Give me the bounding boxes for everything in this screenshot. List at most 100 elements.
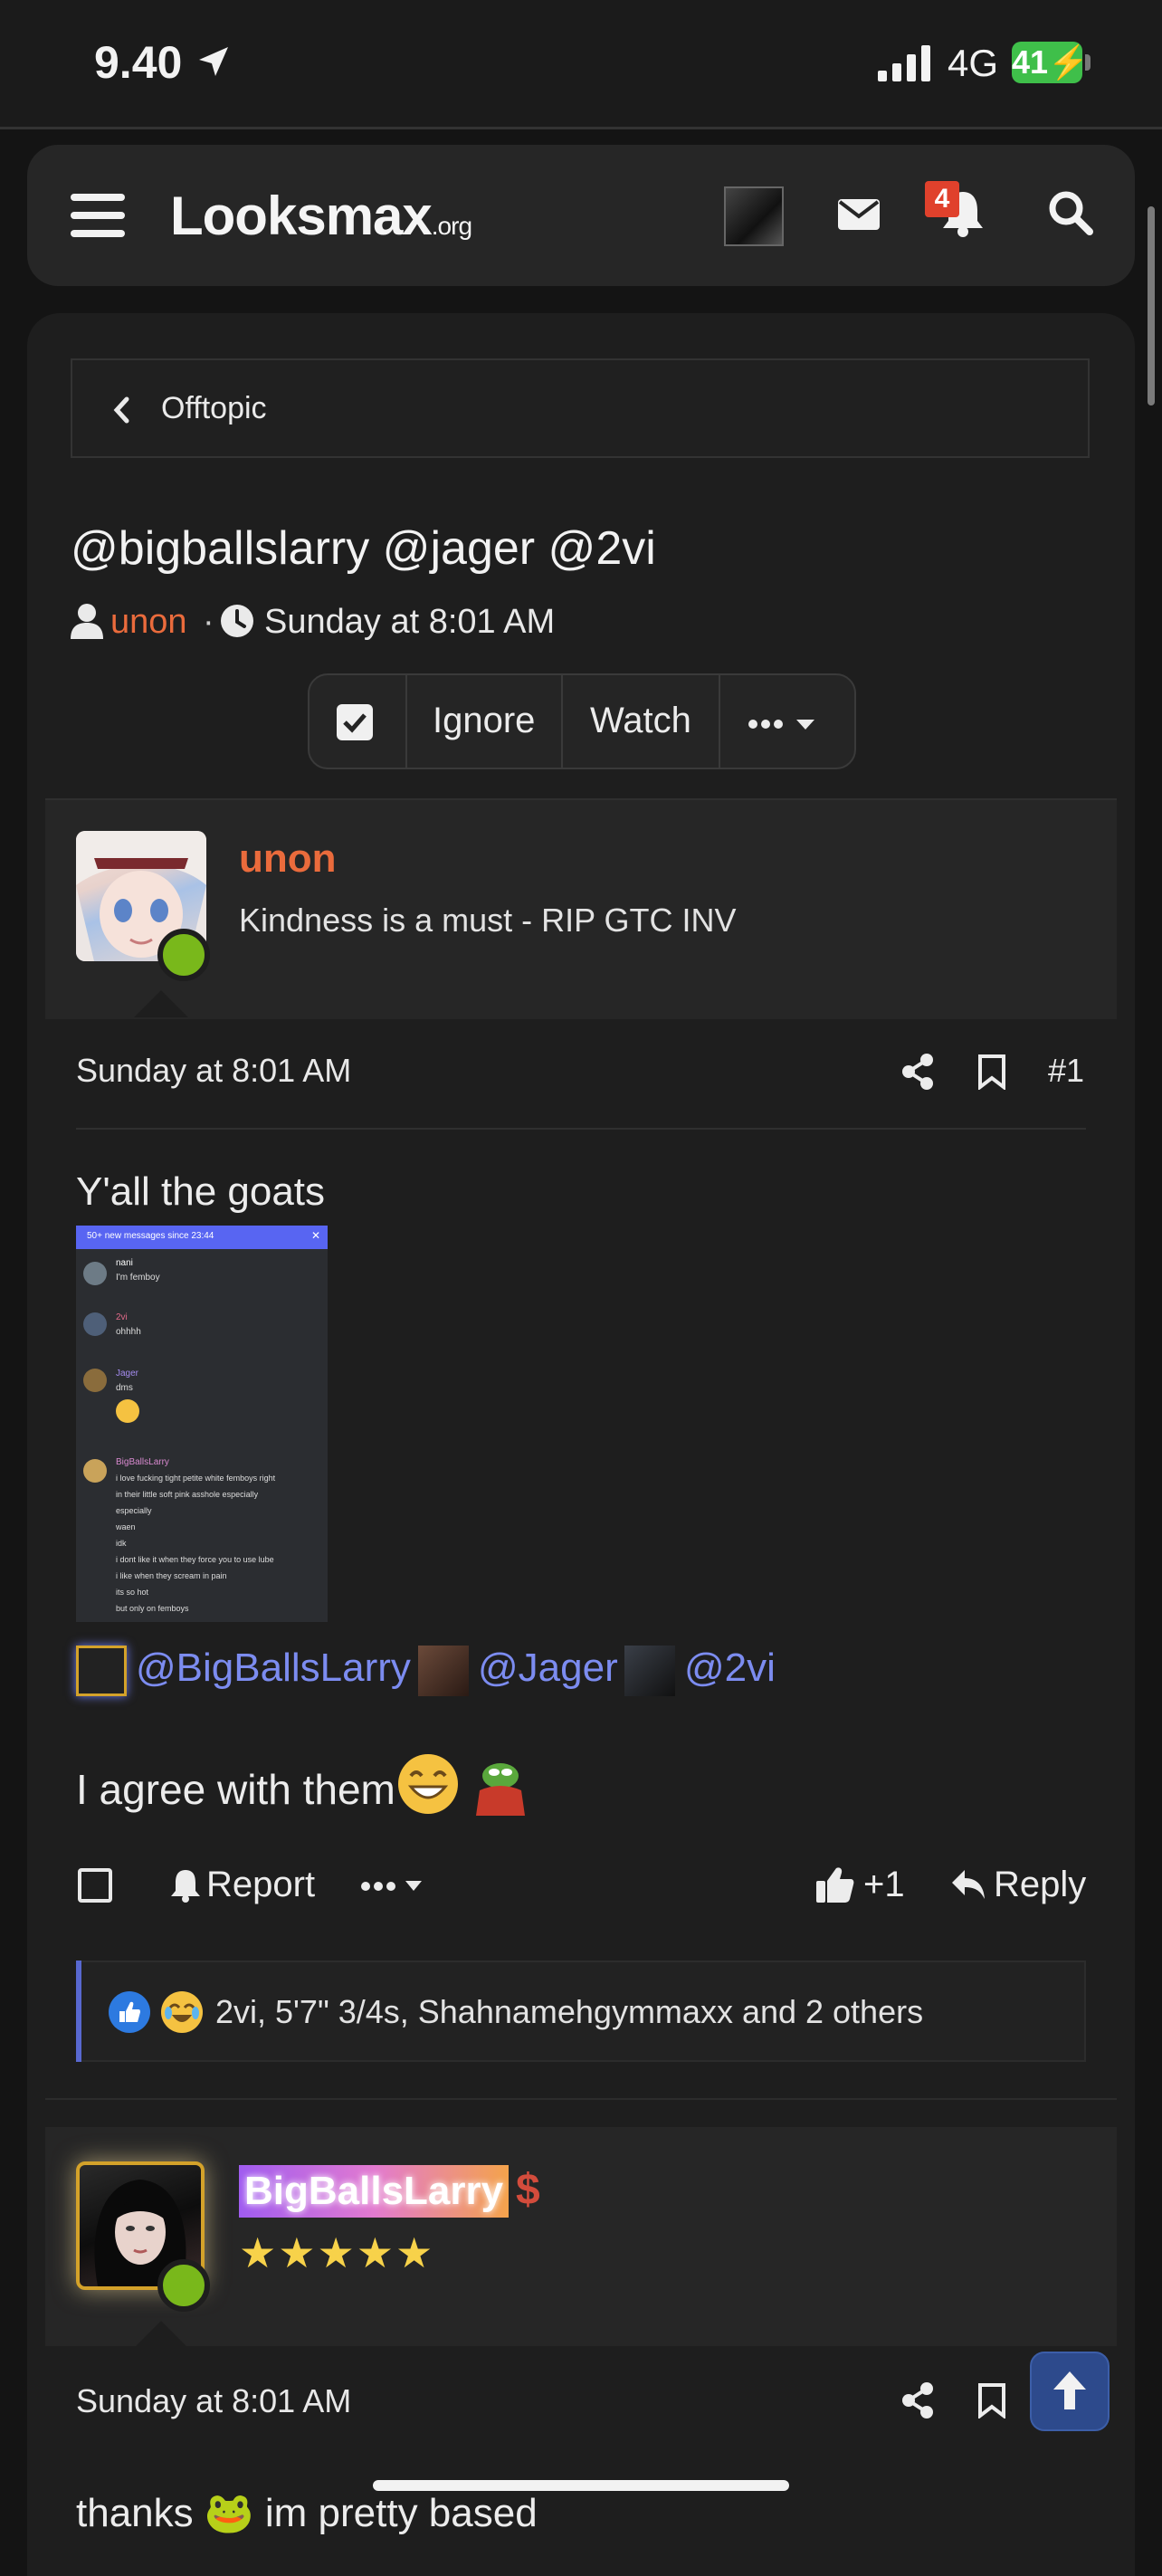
notification-badge: 4 [925, 181, 959, 217]
post-username[interactable]: unon [239, 836, 337, 882]
home-indicator[interactable] [373, 2480, 789, 2491]
thread-date[interactable]: Sunday at 8:01 AM [264, 603, 555, 642]
site-logo[interactable]: Looksmax.org [170, 185, 472, 247]
like-glyph [119, 2001, 140, 2022]
thread-author-link[interactable]: unon [110, 603, 187, 642]
select-thread-checkbox[interactable] [337, 704, 373, 740]
bell-icon [171, 1870, 200, 1903]
joy-glyph [165, 2003, 199, 2022]
chat-line: especially [116, 1506, 152, 1515]
chat-lines: i love fucking tight petite white femboy… [116, 1470, 324, 1617]
chat-avatar [83, 1312, 107, 1336]
account-avatar[interactable] [724, 186, 784, 246]
post-text-2: I agree with them [76, 1766, 395, 1813]
like-count[interactable]: +1 [863, 1865, 905, 1905]
post-image-attachment[interactable]: 50+ new messages since 23:44 ✕ nani I'm … [76, 1226, 328, 1622]
logo-main: Looksmax [170, 186, 433, 246]
share-icon[interactable] [901, 1054, 934, 1090]
menu-icon[interactable] [71, 192, 125, 239]
post-text: Y'all the goats [76, 1169, 326, 1214]
chat-name: 2vi [116, 1312, 128, 1322]
chat-name: BigBallsLarry [116, 1457, 169, 1467]
image-banner-text: 50+ new messages since 23:44 [87, 1231, 214, 1241]
post-user-strip [45, 2127, 1117, 2346]
divider [45, 2098, 1117, 2100]
signal-icon [878, 45, 930, 81]
mention-link[interactable]: @2vi [684, 1646, 776, 1691]
watch-button[interactable]: Watch [590, 701, 691, 741]
pepe-emoji-icon [476, 1763, 525, 1816]
bookmark-icon[interactable] [977, 2382, 1006, 2419]
chat-name: nani [116, 1258, 133, 1268]
post-number[interactable]: #1 [1048, 1052, 1084, 1090]
emoji-tongue [116, 1399, 139, 1423]
check-icon [343, 713, 367, 733]
chevron-left-icon [113, 396, 129, 424]
arrow-up-icon [1053, 2371, 1086, 2409]
chat-avatar [83, 1459, 107, 1483]
chat-line: but only on femboys [116, 1604, 189, 1613]
battery-level: 41 [1012, 43, 1049, 81]
network-type: 4G [948, 42, 999, 84]
scroll-to-top-button[interactable] [1030, 2352, 1110, 2431]
image-close-glyph: ✕ [311, 1229, 321, 1242]
grin-face [407, 1770, 449, 1799]
reactions-text[interactable]: 2vi, 5'7" 3/4s, Shahnamehgymmaxx and 2 o… [215, 1993, 923, 2031]
report-button[interactable]: Report [206, 1865, 315, 1905]
user-strip-pointer [134, 990, 188, 1017]
online-indicator [157, 929, 210, 981]
battery-icon: 41⚡ [1012, 42, 1089, 83]
post-username[interactable]: BigBallsLarry [239, 2165, 510, 2218]
battery-tip [1085, 54, 1091, 71]
breadcrumb-label[interactable]: Offtopic [161, 391, 267, 426]
user-icon [71, 604, 103, 639]
user-title: Kindness is a must - RIP GTC INV [239, 902, 737, 939]
divider [76, 1128, 1086, 1130]
thumbs-up-icon[interactable] [814, 1865, 854, 1904]
post-date[interactable]: Sunday at 8:01 AM [76, 1052, 351, 1090]
chat-line: i like when they scream in pain [116, 1571, 227, 1580]
mention-avatar[interactable] [624, 1646, 675, 1696]
online-indicator [157, 2259, 210, 2312]
chat-text: ohhhh [116, 1327, 141, 1337]
location-arrow-icon [199, 47, 228, 76]
divider [719, 673, 720, 769]
chat-avatar [83, 1369, 107, 1392]
grin-emoji-icon [398, 1754, 458, 1814]
joy-reaction-icon [161, 1991, 203, 2033]
more-actions-button[interactable] [360, 1877, 429, 1895]
reply-button[interactable]: Reply [994, 1865, 1086, 1905]
post-date[interactable]: Sunday at 8:01 AM [76, 2382, 351, 2420]
reactions-accent [76, 1961, 81, 2062]
chat-line: i dont like it when they force you to us… [116, 1555, 274, 1564]
more-options-button[interactable] [748, 715, 824, 733]
chat-avatar [83, 1262, 107, 1285]
reply-icon[interactable] [950, 1868, 986, 1901]
chat-line: in their little soft pink asshole especi… [116, 1490, 259, 1499]
page-scrollbar[interactable] [1148, 206, 1155, 405]
search-icon[interactable] [1048, 190, 1093, 235]
clock-icon [221, 605, 253, 637]
bookmark-icon[interactable] [977, 1054, 1006, 1090]
meta-separator: · [203, 603, 214, 641]
share-icon[interactable] [901, 2382, 934, 2419]
ignore-button[interactable]: Ignore [433, 701, 535, 741]
page-title: @bigballslarry @jager @2vi [71, 522, 656, 575]
chat-line: its so hot [116, 1588, 149, 1597]
user-rating-stars: ★★★★★ [239, 2229, 435, 2276]
user-strip-pointer [134, 2321, 188, 2348]
chat-line: waen [116, 1522, 136, 1531]
select-post-checkbox[interactable] [78, 1868, 112, 1903]
chat-name: Jager [116, 1369, 139, 1379]
post-text-preview: thanks 🐸 im pretty based [76, 2491, 538, 2535]
chat-text: I'm femboy [116, 1273, 160, 1283]
chat-line: idk [116, 1539, 127, 1548]
mention-avatar[interactable] [418, 1646, 469, 1696]
mention-link[interactable]: @BigBallsLarry [136, 1646, 411, 1691]
divider [405, 673, 407, 769]
dollar-icon: $ [516, 2166, 540, 2214]
mail-icon[interactable] [838, 199, 880, 230]
mention-link[interactable]: @Jager [478, 1646, 618, 1691]
mention-avatar[interactable] [76, 1646, 127, 1696]
logo-suffix: .org [431, 212, 472, 240]
